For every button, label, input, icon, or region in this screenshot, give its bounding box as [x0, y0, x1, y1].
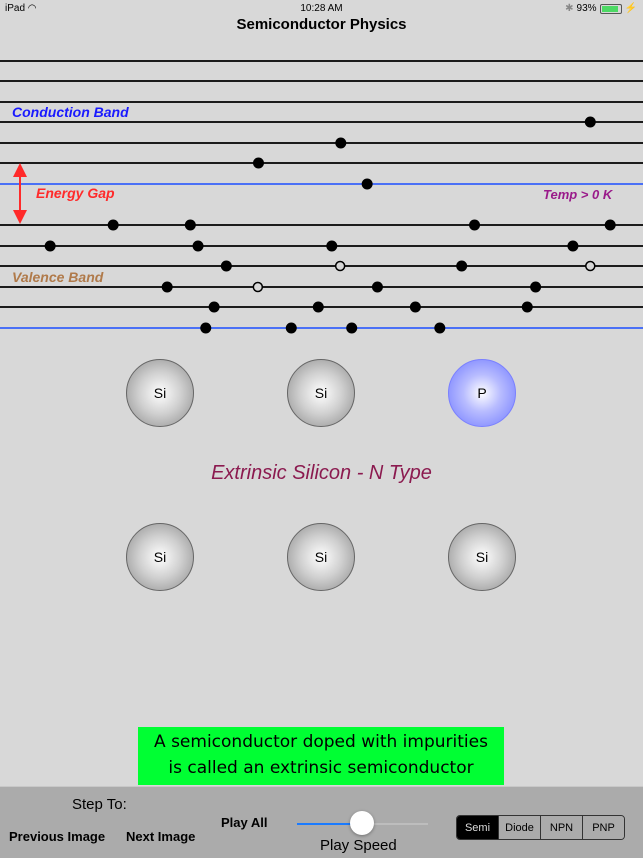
- segment-semi[interactable]: Semi: [457, 816, 498, 839]
- segment-npn[interactable]: NPN: [540, 816, 582, 839]
- atom-si: Si: [287, 359, 355, 427]
- electron: [567, 240, 579, 252]
- mode-segmented-control[interactable]: Semi Diode NPN PNP: [456, 815, 625, 840]
- electron: [252, 157, 264, 169]
- info-line-1: A semiconductor doped with impurities: [154, 732, 488, 752]
- slider-thumb[interactable]: [350, 811, 374, 835]
- segment-pnp[interactable]: PNP: [582, 816, 624, 839]
- valence-band-label: Valence Band: [12, 269, 104, 285]
- atom-p-dopant: P: [448, 359, 516, 427]
- play-speed-label: Play Speed: [320, 837, 397, 854]
- atom-symbol: Si: [314, 549, 328, 565]
- atom-symbol: Si: [153, 385, 167, 401]
- atom-symbol: Si: [314, 385, 328, 401]
- play-all-button[interactable]: Play All: [221, 815, 267, 830]
- electron: [184, 219, 196, 231]
- electron: [326, 240, 338, 252]
- atom-si: Si: [448, 523, 516, 591]
- lattice-caption: Extrinsic Silicon - N Type: [211, 462, 432, 484]
- electron: [434, 322, 446, 334]
- electron: [456, 260, 468, 272]
- electron: [335, 137, 347, 149]
- atom-symbol: Si: [153, 549, 167, 565]
- electron: [371, 281, 383, 293]
- info-box: A semiconductor doped with impurities is…: [138, 727, 504, 785]
- electron: [584, 116, 596, 128]
- electron: [521, 301, 533, 313]
- electron: [409, 301, 421, 313]
- segment-diode[interactable]: Diode: [498, 816, 540, 839]
- atom-si: Si: [126, 359, 194, 427]
- temperature-label: Temp > 0 K: [543, 187, 613, 202]
- electron: [208, 301, 220, 313]
- electron: [192, 240, 204, 252]
- bottom-toolbar: Step To: Previous Image Next Image Play …: [0, 786, 643, 858]
- hole: [252, 281, 264, 293]
- band-diagram: [0, 60, 643, 334]
- electron: [530, 281, 542, 293]
- atom-si: Si: [126, 523, 194, 591]
- previous-image-button[interactable]: Previous Image: [9, 829, 105, 844]
- energy-gap-label: Energy Gap: [36, 185, 115, 201]
- conduction-band-label: Conduction Band: [12, 104, 129, 120]
- hole: [585, 260, 596, 272]
- electron: [285, 322, 297, 334]
- electron: [361, 178, 373, 190]
- electron: [161, 281, 173, 293]
- energy-gap-arrow-icon: [13, 163, 27, 224]
- atom-symbol: Si: [475, 549, 489, 565]
- atom-si: Si: [287, 523, 355, 591]
- info-line-2: is called an extrinsic semiconductor: [168, 758, 474, 778]
- electron: [44, 240, 56, 252]
- next-image-button[interactable]: Next Image: [126, 829, 195, 844]
- step-to-label: Step To:: [72, 796, 127, 813]
- electron: [220, 260, 232, 272]
- electron: [604, 219, 616, 231]
- hole: [334, 260, 346, 272]
- electron: [346, 322, 358, 334]
- electron: [200, 322, 212, 334]
- electron: [107, 219, 119, 231]
- electron: [469, 219, 481, 231]
- atom-symbol: P: [477, 385, 487, 401]
- electron: [312, 301, 324, 313]
